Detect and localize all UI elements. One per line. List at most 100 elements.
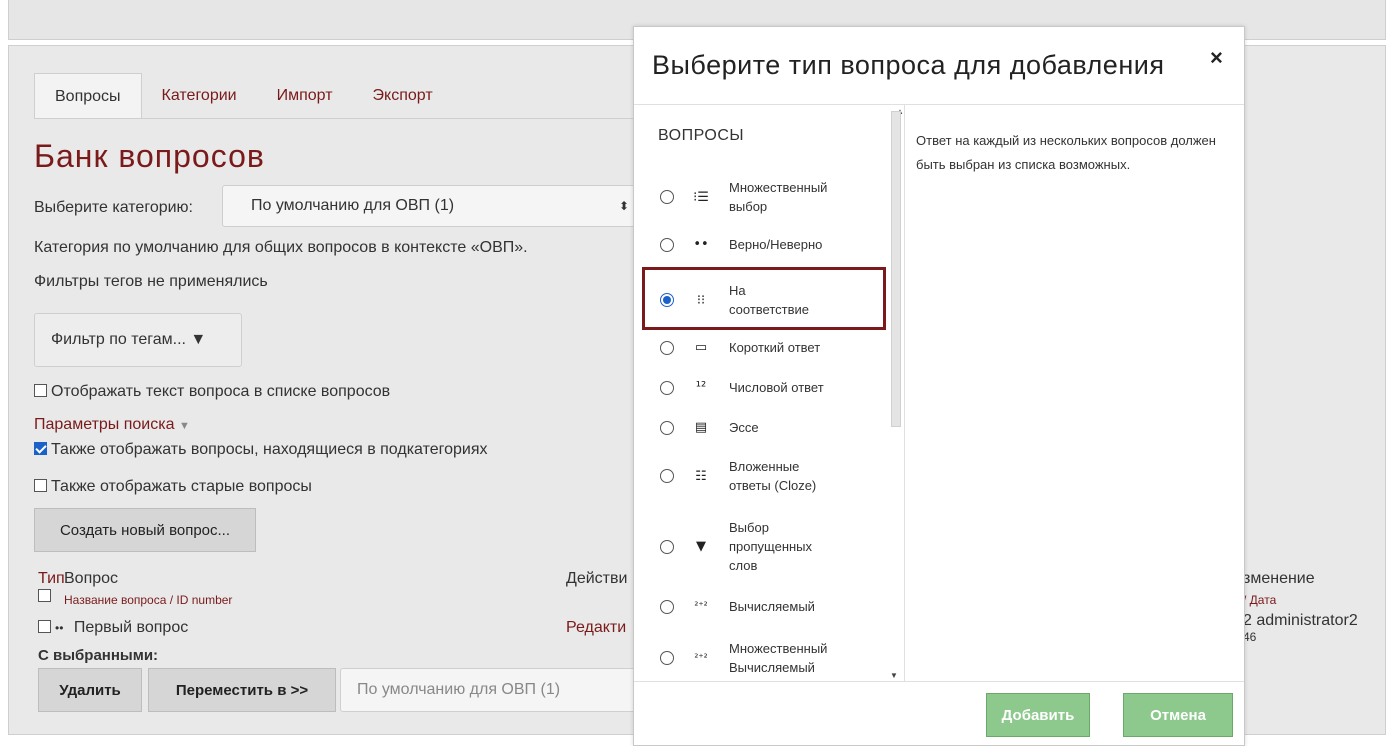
tags-note: Фильтры тегов не применялись: [34, 273, 268, 290]
table-header-type[interactable]: Тип: [38, 570, 65, 588]
option-matching[interactable]: ⁝⁝ На соответствие: [660, 281, 809, 319]
radio-cloze[interactable]: [660, 469, 674, 483]
option-truefalse[interactable]: •• Верно/Неверно: [660, 235, 822, 254]
radio-calculated[interactable]: [660, 599, 674, 614]
true-false-icon: ••: [693, 237, 709, 252]
option-label-line2: ответы (Cloze): [729, 478, 817, 493]
cancel-button[interactable]: Отмена: [1123, 693, 1233, 737]
tab-categories[interactable]: Категории: [142, 73, 257, 119]
option-numerical[interactable]: ¹² Числовой ответ: [660, 378, 824, 397]
category-select-value: По умолчанию для ОВП (1): [251, 197, 455, 214]
tab-bar: Вопросы Категории Импорт Экспорт: [34, 73, 453, 119]
option-gapselect[interactable]: ▼ Выбор пропущенных слов: [660, 518, 812, 575]
option-calculated[interactable]: ²⁺² Вычисляемый: [660, 597, 815, 616]
old-questions-checkbox[interactable]: [34, 479, 47, 492]
calculated-multi-icon: ²⁺²: [694, 652, 708, 664]
essay-icon: ▤: [694, 420, 708, 435]
create-question-button[interactable]: Создать новый вопрос...: [34, 508, 256, 552]
radio-calculatedmulti[interactable]: [660, 651, 674, 665]
option-label-line1: Выбор: [729, 520, 769, 535]
option-label-line1: Множественный: [729, 180, 828, 195]
dropdown-icon: ▼: [696, 539, 706, 554]
questions-section-label: ВОПРОСЫ: [658, 127, 745, 144]
option-truefalse-label: Верно/Неверно: [729, 237, 823, 252]
tab-export[interactable]: Экспорт: [353, 73, 453, 119]
radio-shortanswer[interactable]: [660, 340, 674, 355]
option-essay-label: Эссе: [729, 420, 759, 435]
category-select[interactable]: По умолчанию для ОВП (1) ⬍: [222, 185, 640, 227]
table-header-actions: Действи: [566, 570, 628, 587]
search-params-link[interactable]: Параметры поиска ▼: [34, 416, 190, 434]
row-question-name: Первый вопрос: [73, 619, 189, 636]
options-scrollbar[interactable]: [891, 111, 901, 427]
tab-import[interactable]: Импорт: [257, 73, 353, 119]
modal-title: Выберите тип вопроса для добавления: [652, 50, 1165, 80]
category-note: Категория по умолчанию для общих вопросо…: [34, 239, 528, 256]
option-multichoice[interactable]: ⁝☰ Множественный выбор: [660, 178, 827, 216]
tag-filter-label: Фильтр по тегам... ▼: [51, 331, 207, 348]
radio-numerical[interactable]: [660, 380, 674, 395]
option-shortanswer[interactable]: ▭ Короткий ответ: [660, 338, 820, 357]
select-arrow-icon: ⬍: [618, 199, 629, 213]
modal-header-divider: [634, 104, 1244, 105]
table-sort-name-link[interactable]: Название вопроса / ID number: [64, 593, 232, 607]
short-answer-icon: ▭: [694, 340, 708, 355]
old-questions-label: Также отображать старые вопросы: [51, 478, 312, 495]
select-all-checkbox[interactable]: [38, 589, 51, 602]
matching-icon: ⁝⁝: [696, 292, 706, 308]
question-type-modal: Выберите тип вопроса для добавления × ВО…: [633, 26, 1245, 746]
add-button[interactable]: Добавить: [986, 693, 1090, 737]
option-calculatedmulti[interactable]: ²⁺² Множественный Вычисляемый: [660, 639, 827, 677]
old-questions-option[interactable]: Также отображать старые вопросы: [34, 478, 312, 496]
subcategories-checkbox[interactable]: [34, 442, 47, 455]
tab-questions[interactable]: Вопросы: [34, 73, 142, 119]
radio-matching[interactable]: [660, 293, 674, 307]
modal-footer-divider: [634, 681, 1244, 682]
move-target-select[interactable]: По умолчанию для ОВП (1): [340, 668, 636, 712]
option-calculated-label: Вычисляемый: [729, 599, 815, 614]
radio-truefalse[interactable]: [660, 237, 674, 252]
numerical-icon: ¹²: [695, 380, 707, 395]
list-icon: ⁝☰: [693, 189, 709, 205]
show-text-label: Отображать текст вопроса в списке вопрос…: [51, 383, 391, 400]
option-gapselect-label: Выбор пропущенных слов: [729, 518, 812, 575]
option-label-line2: соответствие: [729, 302, 809, 317]
table-header-question: Вопрос: [64, 570, 119, 587]
option-shortanswer-label: Короткий ответ: [729, 340, 821, 355]
subcategories-option[interactable]: Также отображать вопросы, находящиеся в …: [34, 441, 488, 459]
row-edit-link[interactable]: Редакти: [566, 619, 626, 637]
close-icon[interactable]: ×: [1210, 45, 1223, 71]
true-false-icon: ••: [55, 621, 64, 635]
option-label-line2: Вычисляемый: [729, 660, 815, 675]
move-target-value: По умолчанию для ОВП (1): [357, 681, 561, 698]
row-modified-user: 2 administrator2: [1243, 612, 1358, 629]
move-button[interactable]: Переместить в >>: [148, 668, 336, 712]
row-checkbox[interactable]: [38, 620, 51, 633]
show-text-option[interactable]: Отображать текст вопроса в списке вопрос…: [34, 383, 390, 401]
page-title: Банк вопросов: [34, 138, 265, 174]
show-text-checkbox[interactable]: [34, 384, 47, 397]
tab-underline: [34, 118, 634, 119]
calculated-icon: ²⁺²: [694, 601, 708, 612]
subcategories-label: Также отображать вопросы, находящиеся в …: [51, 441, 488, 458]
table-row: •• Первый вопрос: [38, 619, 188, 637]
table-header-change: зменение: [1243, 570, 1315, 587]
option-label-line2: пропущенных: [729, 539, 813, 554]
caret-down-icon: ▼: [178, 420, 190, 432]
radio-multichoice[interactable]: [660, 190, 674, 204]
tag-filter-dropdown[interactable]: Фильтр по тегам... ▼: [34, 313, 242, 367]
option-multichoice-label: Множественный выбор: [729, 178, 827, 216]
option-numerical-label: Числовой ответ: [729, 380, 824, 395]
radio-gapselect[interactable]: [660, 539, 674, 554]
option-matching-label: На соответствие: [729, 281, 809, 319]
table-sort-date-link[interactable]: / Дата: [1243, 593, 1276, 607]
option-label-line2: выбор: [729, 199, 768, 214]
option-label-line3: слов: [729, 558, 758, 573]
option-essay[interactable]: ▤ Эссе: [660, 418, 759, 437]
with-selected-label: С выбранными:: [38, 647, 159, 664]
delete-button[interactable]: Удалить: [38, 668, 142, 712]
cloze-icon: ☷: [695, 468, 707, 484]
radio-essay[interactable]: [660, 420, 674, 435]
scroll-down-icon[interactable]: ▼: [890, 671, 898, 680]
option-cloze[interactable]: ☷ Вложенные ответы (Cloze): [660, 457, 816, 495]
